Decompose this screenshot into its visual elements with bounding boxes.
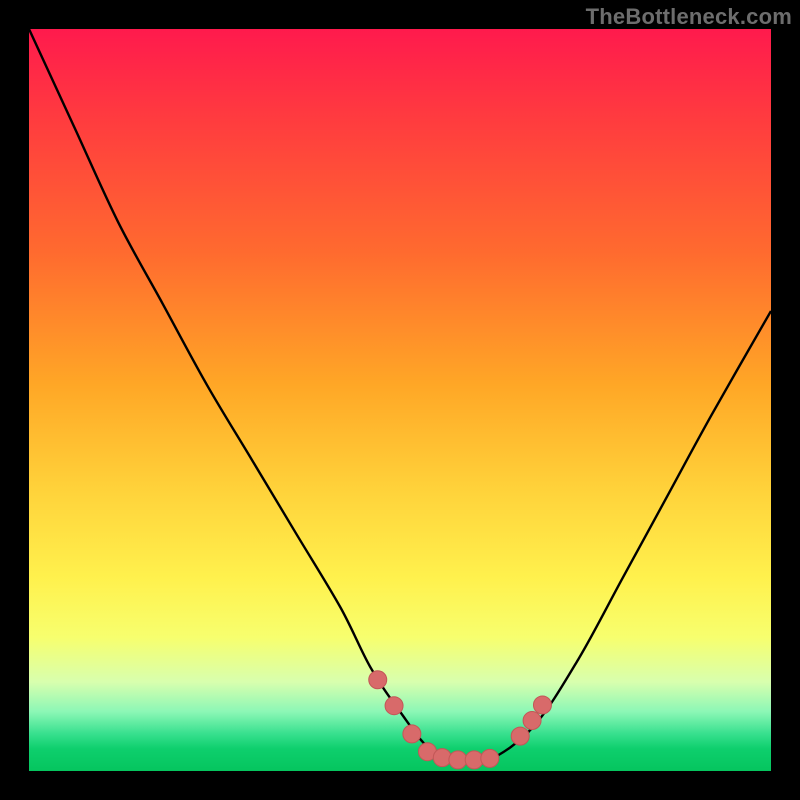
curve-markers <box>369 671 552 769</box>
chart-svg <box>29 29 771 771</box>
curve-marker <box>403 725 421 743</box>
watermark-text: TheBottleneck.com <box>586 4 792 30</box>
curve-marker <box>523 712 541 730</box>
bottleneck-curve <box>29 29 771 763</box>
curve-marker <box>481 749 499 767</box>
curve-marker <box>511 727 529 745</box>
curve-marker <box>433 749 451 767</box>
plot-area <box>29 29 771 771</box>
curve-marker <box>369 671 387 689</box>
curve-marker <box>449 751 467 769</box>
curve-marker <box>533 696 551 714</box>
curve-marker <box>385 697 403 715</box>
chart-frame: TheBottleneck.com <box>0 0 800 800</box>
